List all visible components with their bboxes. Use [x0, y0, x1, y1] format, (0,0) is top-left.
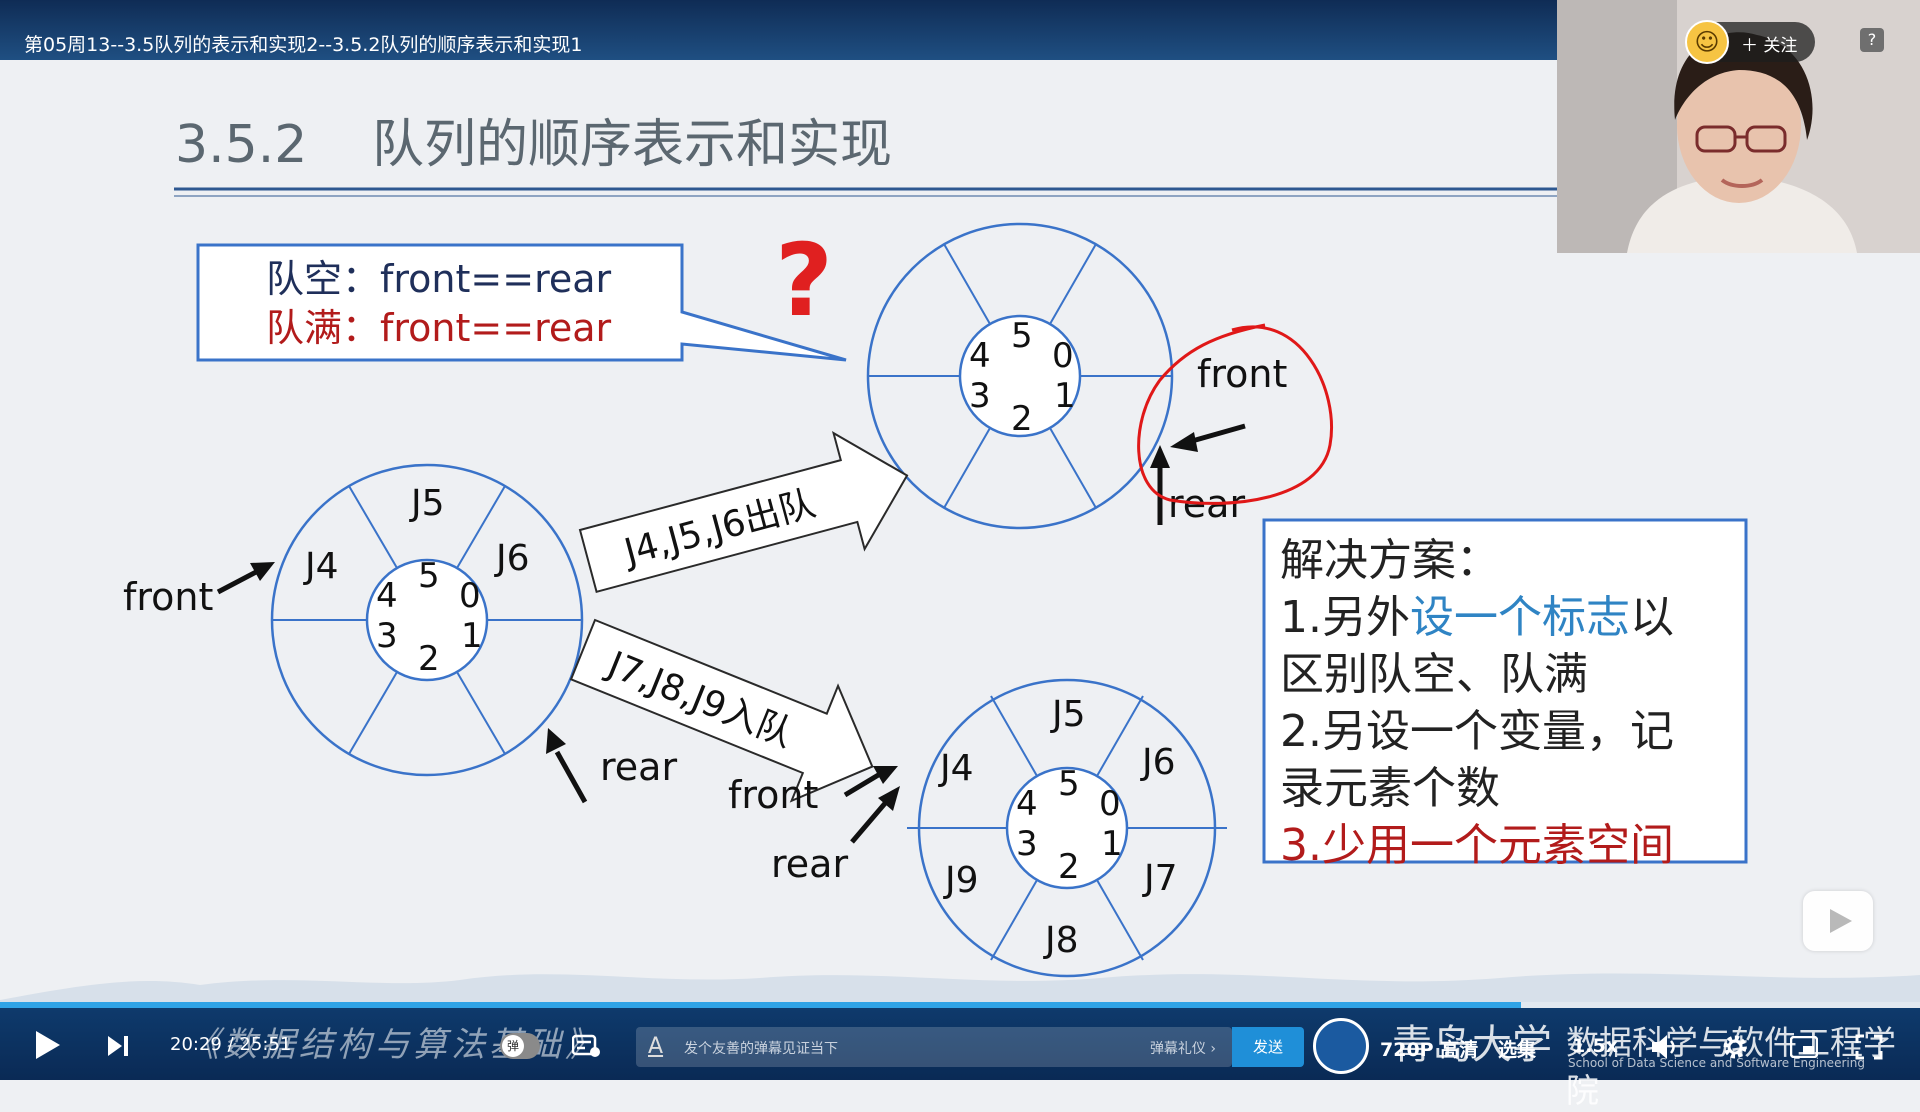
follow-label: 关注 — [1763, 36, 1798, 56]
bottom-ring-cell-j5: J5 — [1050, 694, 1086, 735]
floating-play-button[interactable] — [1803, 891, 1873, 951]
danmaku-etiquette-link[interactable]: 弹幕礼仪 › — [1150, 1038, 1216, 1058]
time-current: 20:29 — [170, 1034, 222, 1055]
bottom-ring-rear-arrow — [850, 786, 900, 844]
time-total: 25:51 — [239, 1034, 292, 1055]
left-ring-index-5: 5 — [418, 556, 440, 596]
bottom-ring-cell-j6: J6 — [1140, 742, 1176, 783]
text-style-icon[interactable]: A — [648, 1034, 663, 1059]
left-ring-index-0: 0 — [459, 576, 481, 616]
left-ring-index-1: 1 — [461, 616, 483, 656]
bottom-ring-index-1: 1 — [1101, 824, 1123, 864]
danmaku-toggle-label: 弹 — [502, 1035, 524, 1057]
solution-item1-suffix: 以 — [1630, 592, 1674, 643]
follow-button[interactable]: ☺ ＋ 关注 — [1685, 20, 1815, 64]
smile-emoji-icon: ☺ — [1685, 20, 1729, 64]
quality-selector[interactable]: 720P 高清 — [1380, 1035, 1478, 1062]
top-ring-front-label: front — [1197, 352, 1287, 396]
left-ring-rear-arrow — [546, 728, 588, 804]
bottom-ring-cell-j8: J8 — [1043, 920, 1079, 961]
left-ring-front-label: front — [123, 575, 213, 619]
left-ring-cell-j4: J4 — [303, 546, 339, 587]
bottom-ring-cell-j4: J4 — [938, 748, 974, 789]
time-separator: / — [227, 1034, 234, 1055]
episode-selector[interactable]: 选集 — [1498, 1035, 1536, 1062]
picture-in-picture-icon[interactable] — [1790, 1036, 1818, 1058]
top-ring-front-arrow — [1170, 423, 1246, 452]
bottom-ring-front-label: front — [728, 773, 818, 817]
callout-line-full: 队满：front==rear — [266, 306, 612, 350]
heading-number: 3.5.2 — [175, 115, 307, 175]
top-ring-index-3: 3 — [969, 376, 991, 416]
question-mark: ? — [775, 222, 833, 339]
left-ring-front-arrow — [216, 562, 275, 595]
bottom-ring-index-0: 0 — [1099, 784, 1121, 824]
top-ring-rear-arrow — [1150, 445, 1170, 525]
help-button[interactable]: ? — [1860, 28, 1884, 52]
danmaku-input[interactable]: A 发个友善的弹幕见证当下 弹幕礼仪 › — [636, 1027, 1232, 1067]
time-display: 20:29 / 25:51 — [170, 1034, 291, 1055]
left-ring: 5 0 1 2 3 4 J5 J6 J4 — [270, 463, 584, 777]
solution-item1: 1.另外设一个标志以 — [1280, 592, 1674, 643]
dequeue-arrow: J4,J5,J6出队 — [578, 430, 909, 594]
solution-item2-line2: 录元素个数 — [1280, 763, 1500, 814]
top-ring: 5 0 1 2 3 4 — [866, 222, 1174, 530]
bottom-ring-index-2: 2 — [1058, 847, 1080, 887]
danmaku-placeholder: 发个友善的弹幕见证当下 — [684, 1041, 838, 1057]
solution-item2-line1: 2.另设一个变量，记 — [1280, 706, 1674, 757]
volume-icon[interactable] — [1652, 1034, 1680, 1060]
bottom-ring-rear-label: rear — [771, 842, 848, 886]
left-ring-cell-j5: J5 — [409, 483, 445, 524]
top-ring-index-0: 0 — [1052, 336, 1074, 376]
settings-gear-icon[interactable] — [1722, 1034, 1748, 1060]
playback-speed[interactable]: 1.5x — [1572, 1035, 1618, 1057]
bottom-ring: 5 0 1 2 3 4 J5 J6 J7 J8 J9 J4 — [907, 678, 1227, 978]
left-ring-index-2: 2 — [418, 639, 440, 679]
left-ring-index-3: 3 — [376, 616, 398, 656]
top-ring-index-4: 4 — [969, 336, 991, 376]
video-title: 第05周13--3.5队列的表示和实现2--3.5.2队列的顺序表示和实现1 — [24, 34, 583, 56]
solution-item1-line2: 区别队空、队满 — [1280, 649, 1588, 700]
school-name-en: School of Data Science and Software Engi… — [1568, 1056, 1865, 1070]
danmaku-toggle[interactable]: 弹 — [500, 1033, 540, 1059]
solution-item1-prefix: 1.另外 — [1280, 592, 1410, 643]
title-bar: 第05周13--3.5队列的表示和实现2--3.5.2队列的顺序表示和实现1 — [0, 0, 1557, 60]
top-ring-index-1: 1 — [1054, 376, 1076, 416]
solution-item1-highlight: 设一个标志 — [1410, 592, 1630, 643]
left-ring-cell-j6: J6 — [494, 538, 530, 579]
left-ring-index-4: 4 — [376, 576, 398, 616]
left-ring-rear-label: rear — [600, 745, 677, 789]
play-icon — [1830, 909, 1852, 933]
send-button[interactable]: 发送 — [1232, 1027, 1304, 1067]
bottom-ring-index-3: 3 — [1016, 824, 1038, 864]
bottom-ring-cell-j9: J9 — [943, 860, 979, 901]
play-button[interactable] — [36, 1031, 60, 1059]
top-ring-index-5: 5 — [1011, 316, 1033, 356]
callout-line-empty: 队空：front==rear — [266, 257, 612, 301]
danmaku-settings-icon[interactable] — [572, 1034, 602, 1058]
bottom-ring-index-4: 4 — [1016, 784, 1038, 824]
bottom-ring-index-5: 5 — [1058, 764, 1080, 804]
heading-text: 队列的顺序表示和实现 — [372, 115, 892, 175]
top-ring-index-2: 2 — [1011, 399, 1033, 439]
bottom-ring-cell-j7: J7 — [1142, 858, 1178, 899]
university-logo — [1313, 1018, 1369, 1074]
next-icon[interactable] — [108, 1036, 130, 1056]
solution-title: 解决方案： — [1280, 535, 1500, 586]
fullscreen-icon[interactable] — [1855, 1034, 1883, 1060]
solution-item3: 3.少用一个元素空间 — [1280, 820, 1674, 871]
